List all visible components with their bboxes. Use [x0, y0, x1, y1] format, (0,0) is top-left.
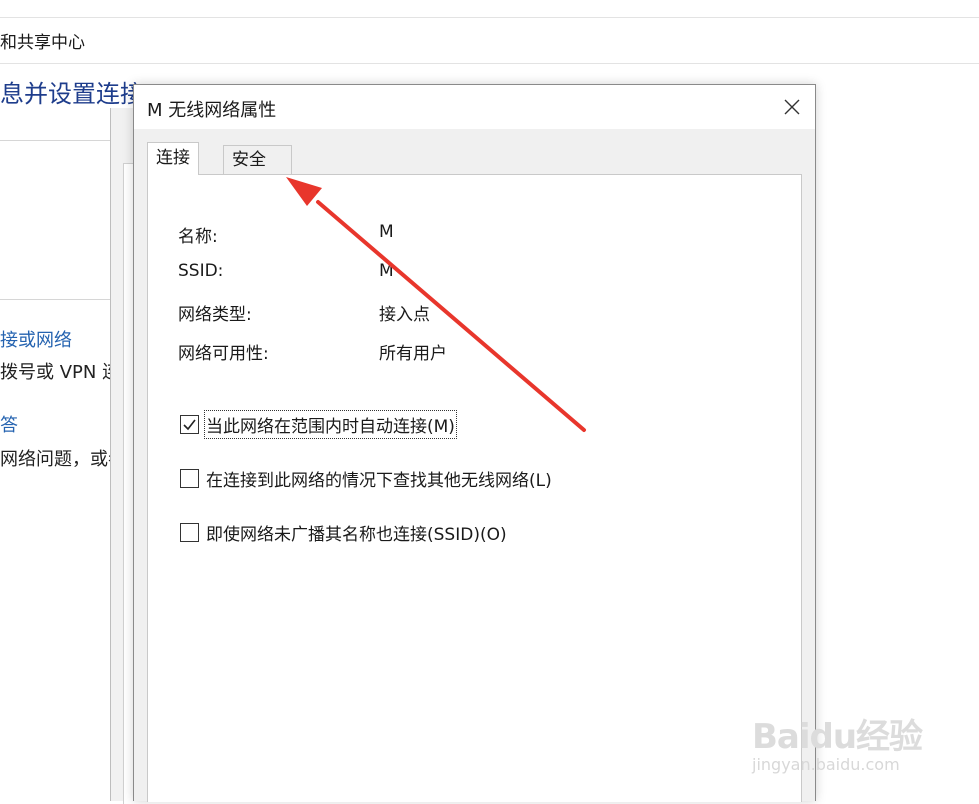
tab-connection[interactable]: 连接 [147, 142, 199, 175]
connection-tab-panel: 名称: M SSID: M 网络类型: 接入点 网络可用性: 所有用户 当此网络… [147, 174, 802, 802]
network-availability-value: 所有用户 [379, 344, 447, 364]
auto-connect-option[interactable]: 当此网络在范围内时自动连接(M) [180, 410, 457, 439]
baidu-watermark: Baidu经验 jingyan.baidu.com [752, 693, 952, 783]
tab-security[interactable]: 安全 [223, 145, 292, 175]
auto-connect-label[interactable]: 当此网络在范围内时自动连接(M) [204, 410, 457, 439]
look-for-other-networks-checkbox[interactable] [180, 469, 199, 488]
troubleshoot-description: 网络问题，或者 [0, 449, 126, 470]
checkmark-icon [183, 419, 196, 431]
close-button[interactable] [769, 85, 815, 129]
name-label: 名称: [178, 227, 218, 247]
breadcrumb[interactable]: 和共享中心 [0, 28, 85, 53]
dialog-title: M 无线网络属性 [147, 100, 277, 121]
network-availability-label: 网络可用性: [178, 344, 269, 364]
section-divider [0, 299, 112, 300]
connect-hidden-ssid-checkbox[interactable] [180, 523, 199, 542]
connect-hidden-ssid-option[interactable]: 即使网络未广播其名称也连接(SSID)(O) [180, 519, 508, 546]
close-icon [784, 99, 800, 115]
dialog-titlebar[interactable]: M 无线网络属性 [134, 85, 815, 129]
network-type-value: 接入点 [379, 305, 430, 325]
wireless-properties-dialog: M 无线网络属性 连接 安全 名称: M SSID: M 网络类型: 接入点 网… [133, 84, 816, 802]
connect-hidden-ssid-label[interactable]: 即使网络未广播其名称也连接(SSID)(O) [205, 519, 508, 546]
watermark-url: jingyan.baidu.com [752, 755, 900, 774]
look-for-other-networks-option[interactable]: 在连接到此网络的情况下查找其他无线网络(L) [180, 465, 553, 492]
setup-connection-link[interactable]: 接或网络 [0, 326, 72, 352]
auto-connect-checkbox[interactable] [180, 415, 199, 434]
ssid-value: M [379, 261, 394, 281]
top-divider [0, 17, 979, 18]
ssid-label: SSID: [178, 261, 224, 281]
name-value: M [379, 222, 394, 242]
look-for-other-networks-label[interactable]: 在连接到此网络的情况下查找其他无线网络(L) [205, 465, 553, 492]
network-type-label: 网络类型: [178, 305, 252, 325]
troubleshoot-link[interactable]: 答 [0, 411, 18, 437]
section-divider [0, 140, 112, 141]
address-divider [0, 63, 979, 64]
page-title: 息并设置连接 [0, 80, 144, 108]
watermark-logo: Baidu经验 [752, 717, 923, 757]
